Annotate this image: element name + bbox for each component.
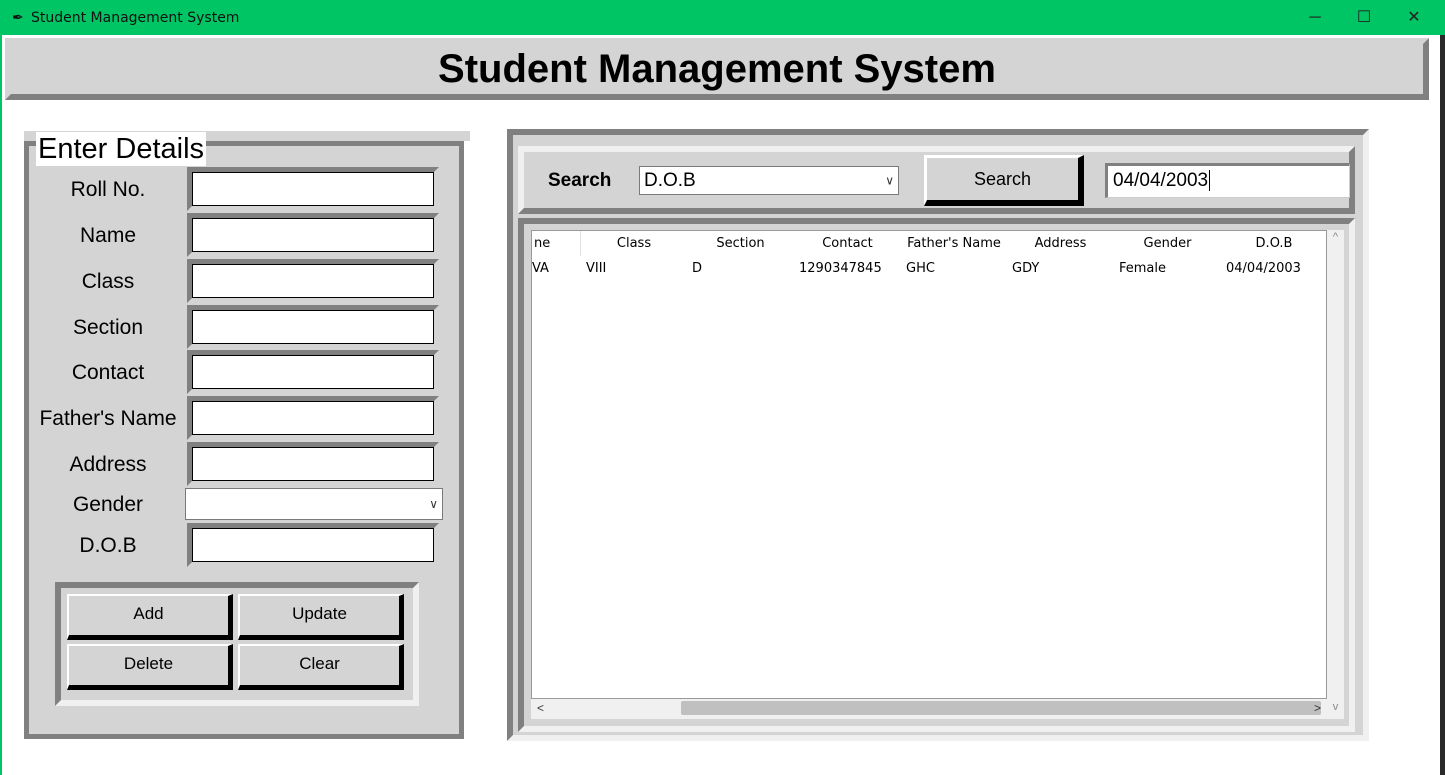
name-label: Name [79,224,137,247]
father-name-label: Father's Name [39,407,177,430]
close-button[interactable]: ✕ [1394,6,1434,30]
maximize-button[interactable]: ☐ [1344,6,1384,30]
address-label: Address [69,453,147,476]
details-legend: Enter Details [36,132,207,166]
vertical-scrollbar[interactable]: ^ v [1327,230,1344,719]
table-cell: 04/04/2003 [1226,261,1301,276]
clear-button[interactable]: Clear [238,644,404,690]
address-field[interactable] [187,442,439,486]
table-cell: VIII [586,261,607,276]
window-title: Student Management System [31,10,240,26]
scroll-right-icon[interactable]: > [1314,701,1321,715]
dob-field[interactable] [187,523,439,567]
contact-field[interactable] [187,350,439,394]
window-titlebar: ✒ Student Management System ─ ☐ ✕ [0,0,1445,35]
scroll-left-icon[interactable]: < [537,701,544,715]
delete-button[interactable]: Delete [67,644,233,690]
roll-label: Roll No. [70,178,146,201]
search-by-select[interactable]: D.O.B ∨ [639,166,899,195]
table-cell: 1290347845 [799,261,882,276]
father-name-field[interactable] [187,396,439,440]
column-header[interactable]: Section [687,231,795,256]
column-header[interactable]: Contact [794,231,902,256]
table-cell: GDY [1012,261,1040,276]
chevron-down-icon[interactable]: ∨ [885,167,894,194]
add-button[interactable]: Add [67,594,233,640]
section-field[interactable] [187,305,439,349]
update-button[interactable]: Update [238,594,404,640]
text-caret [1209,170,1211,192]
column-header[interactable]: D.O.B [1221,231,1326,256]
dob-label: D.O.B [79,534,137,557]
class-label: Class [81,270,135,293]
table-cell: VA [532,261,549,276]
class-field[interactable] [187,259,439,303]
scroll-up-icon[interactable]: ^ [1327,231,1344,243]
section-label: Section [72,316,144,339]
roll-field[interactable] [187,167,439,211]
feather-icon: ✒ [12,9,24,25]
gender-select[interactable]: ∨ [185,488,443,520]
table-cell: GHC [906,261,935,276]
contact-label: Contact [71,361,145,384]
records-table[interactable]: ne Class Section Contact Father's Name A… [531,230,1327,699]
search-input[interactable]: 04/04/2003 [1105,163,1350,198]
horizontal-scroll-thumb[interactable] [681,701,1321,715]
gender-label: Gender [72,493,144,516]
window-edge [1440,35,1445,775]
horizontal-scrollbar[interactable]: < > [531,699,1327,719]
scroll-down-icon[interactable]: v [1327,701,1344,713]
column-header[interactable]: Father's Name [901,231,1008,256]
column-header[interactable]: Class [581,231,688,256]
column-header[interactable]: ne [532,231,581,256]
table-cell: D [692,261,703,276]
page-title: Student Management System [5,38,1429,100]
table-cell: Female [1119,261,1167,276]
search-label: Search [548,170,612,191]
minimize-button[interactable]: ─ [1295,6,1335,30]
column-header[interactable]: Address [1007,231,1115,256]
column-header[interactable]: Gender [1114,231,1222,256]
search-button[interactable]: Search [924,155,1084,206]
name-field[interactable] [187,213,439,257]
chevron-down-icon[interactable]: ∨ [429,497,438,511]
